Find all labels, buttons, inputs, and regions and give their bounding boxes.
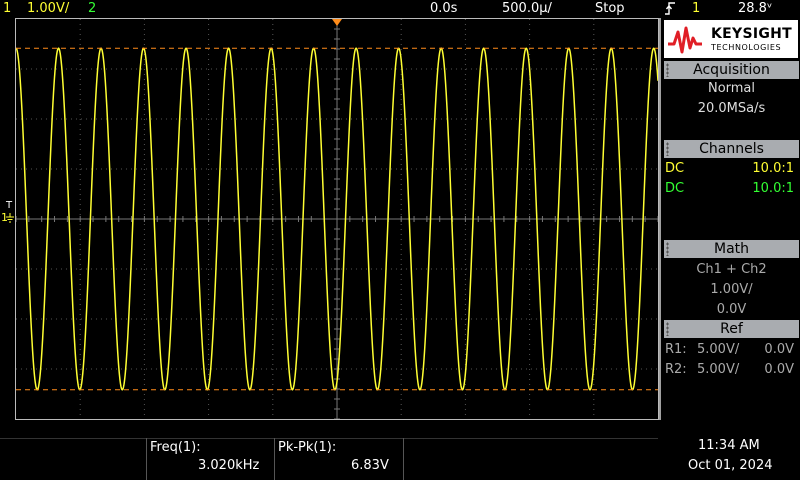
math-scale: 1.00V/ [710,282,753,297]
math-header[interactable]: Math [664,240,799,258]
ch1-number[interactable]: 1 [3,1,11,16]
status-bar: 1 1.00V/ 2 0.0s 500.0µ/ Stop 1 28.8ᵛ [0,0,800,18]
run-state[interactable]: Stop [595,1,625,16]
keysight-logo: KEYSIGHT TECHNOLOGIES [664,20,798,58]
ch2-coupling: DC [665,181,685,196]
acquisition-mode: Normal [707,81,756,96]
ref-header[interactable]: Ref [664,320,799,338]
r1-offset: 0.0V [764,342,794,357]
channels-title: Channels [699,141,764,157]
acquisition-title: Acquisition [693,62,770,78]
time-delay[interactable]: 0.0s [430,1,457,16]
acquisition-rate: 20.0MSa/s [697,101,766,116]
grip-icon [666,63,669,77]
trigger-level-marker: T [6,200,13,211]
grip-icon [666,322,669,336]
measurement-bar: Freq(1): 3.020kHz Pk-Pk(1): 6.83V 11:34 … [0,438,800,480]
brand-subtitle: TECHNOLOGIES [711,43,782,52]
ref-title: Ref [720,321,743,337]
clock-time: 11:34 AM [698,438,760,453]
trigger-position-marker [332,19,342,26]
acquisition-header[interactable]: Acquisition [664,61,799,79]
grip-icon [666,242,669,256]
side-panel: KEYSIGHT TECHNOLOGIES Acquisition Normal… [659,18,800,420]
brand-name: KEYSIGHT [711,26,792,42]
trigger-level[interactable]: 28.8ᵛ [738,1,772,16]
trigger-source[interactable]: 1 [692,1,700,16]
ch1-ground-marker[interactable]: T 1 [0,200,15,228]
channels-header[interactable]: Channels [664,140,799,158]
rising-edge-icon [664,0,676,20]
math-offset: 0.0V [716,302,747,317]
math-title: Math [713,241,750,257]
time-scale[interactable]: 500.0µ/ [502,1,552,16]
meas-divider [146,438,147,480]
math-function: Ch1 + Ch2 [696,262,767,277]
ground-icon [6,213,14,223]
meas-divider [403,438,404,480]
ch1-probe: 10.0:1 [752,161,794,176]
ch1-scale[interactable]: 1.00V/ [27,1,69,16]
pkpk-value: 6.83V [351,458,389,473]
r2-scale: 5.00V/ [697,362,740,377]
waveform-display[interactable] [15,18,659,420]
clock-date: Oct 01, 2024 [688,458,773,473]
grip-icon [666,142,669,156]
r1-scale: 5.00V/ [697,342,740,357]
r2-label: R2: [665,362,687,377]
meas-divider [274,438,275,480]
r2-offset: 0.0V [764,362,794,377]
waveform-graticule [16,19,658,419]
pkpk-label: Pk-Pk(1): [278,440,337,455]
freq-value: 3.020kHz [198,458,260,473]
r1-label: R1: [665,342,687,357]
ch2-probe: 10.0:1 [752,181,794,196]
keysight-wave-icon [668,26,702,54]
ch1-coupling: DC [665,161,685,176]
ch2-number[interactable]: 2 [88,1,96,16]
freq-label: Freq(1): [150,440,201,455]
